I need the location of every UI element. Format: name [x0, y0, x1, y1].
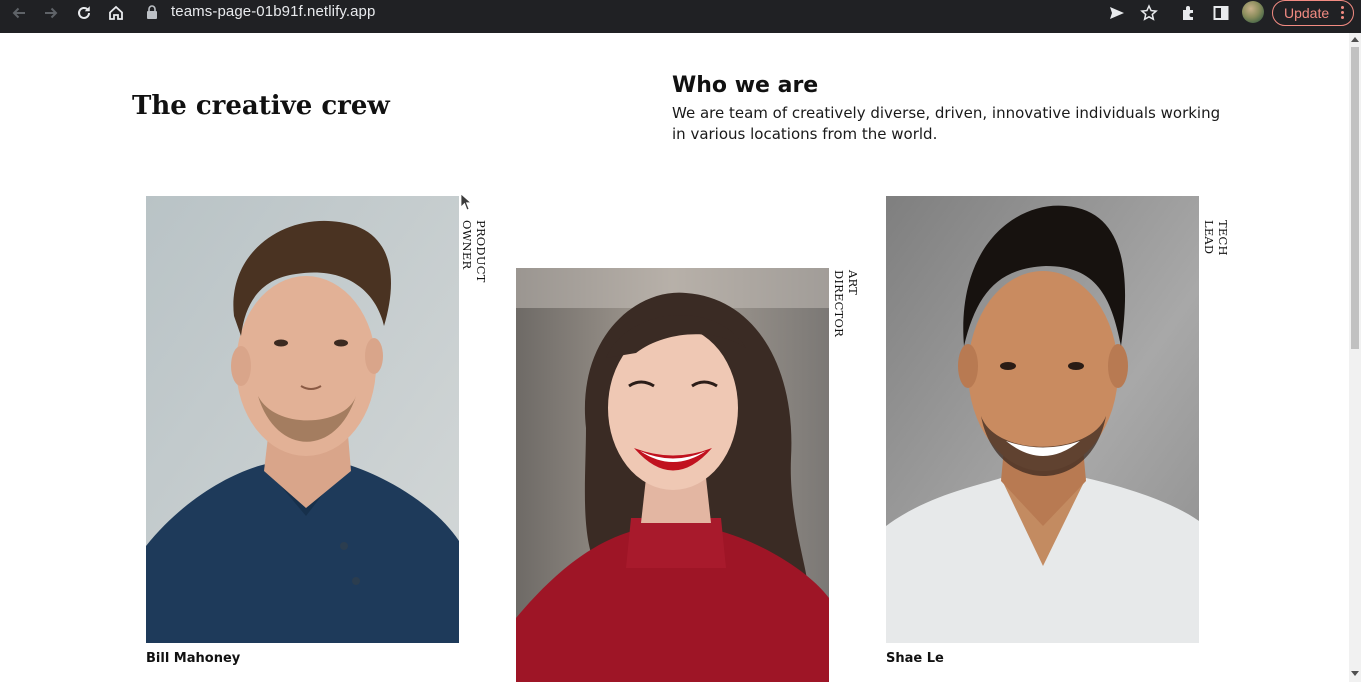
- team-role-1: PRODUCT OWNER: [460, 220, 488, 283]
- page-title: The creative crew: [132, 91, 390, 121]
- home-icon[interactable]: [103, 0, 128, 25]
- lock-icon[interactable]: [146, 4, 158, 20]
- scroll-up-arrow-icon[interactable]: [1351, 37, 1359, 42]
- sidebar-icon[interactable]: [1208, 0, 1233, 25]
- send-icon[interactable]: [1104, 0, 1129, 25]
- update-button[interactable]: Update: [1272, 0, 1354, 26]
- extensions-icon[interactable]: [1176, 0, 1201, 25]
- more-vert-icon[interactable]: [1341, 6, 1344, 21]
- team-photo-1: [146, 196, 459, 643]
- who-we-are-description: We are team of creatively diverse, drive…: [672, 104, 1221, 143]
- back-arrow-icon[interactable]: [6, 0, 31, 25]
- address-bar-url[interactable]: teams-page-01b91f.netlify.app: [171, 3, 375, 20]
- team-role-2: ART DIRECTOR: [832, 270, 860, 337]
- star-icon[interactable]: [1136, 0, 1161, 25]
- team-photo-2: [516, 268, 829, 682]
- forward-arrow-icon[interactable]: [38, 0, 63, 25]
- page-content: The creative crew Who we are We are team…: [0, 33, 1349, 682]
- browser-toolbar: teams-page-01b91f.netlify.app Update: [0, 0, 1361, 33]
- update-button-label: Update: [1284, 5, 1330, 21]
- team-role-3: TECH LEAD: [1202, 220, 1230, 256]
- who-we-are-heading: Who we are: [672, 73, 819, 98]
- scroll-down-arrow-icon[interactable]: [1351, 671, 1359, 676]
- team-photo-3: [886, 196, 1199, 643]
- team-name-3: Shae Le: [886, 651, 944, 666]
- team-name-1: Bill Mahoney: [146, 651, 241, 666]
- page-scrollbar[interactable]: [1349, 33, 1361, 682]
- mouse-cursor-icon: [460, 193, 473, 215]
- scroll-thumb[interactable]: [1351, 47, 1359, 349]
- profile-avatar[interactable]: [1242, 1, 1264, 23]
- reload-icon[interactable]: [71, 0, 96, 25]
